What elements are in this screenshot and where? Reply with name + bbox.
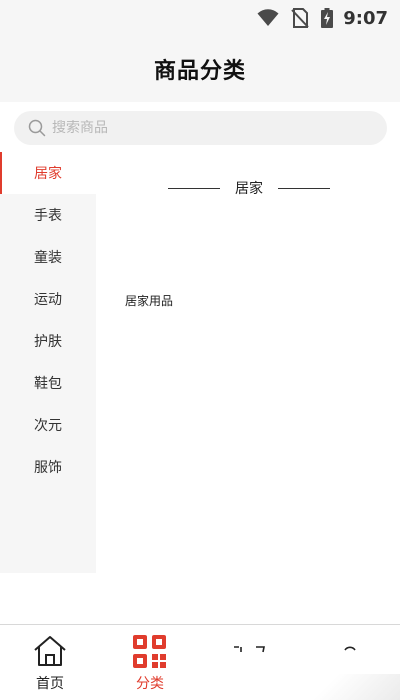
tab-home[interactable]: 首页 (0, 625, 100, 700)
category-content: 居家 居家用品 (96, 152, 400, 573)
status-time: 9:07 (343, 7, 388, 29)
battery-charging-icon (321, 8, 334, 28)
tab-cart[interactable] (200, 625, 300, 700)
cart-icon (230, 635, 270, 669)
user-icon (333, 635, 367, 669)
tab-label: 首页 (36, 676, 64, 692)
corner-shade (300, 674, 400, 700)
sidebar-item-sports[interactable]: 运动 (0, 278, 96, 320)
tab-label: 分类 (136, 676, 164, 692)
sidebar-item-label: 护肤 (34, 334, 62, 350)
search-bar (0, 102, 400, 152)
sidebar-item-label: 手表 (34, 208, 62, 224)
divider-right (278, 187, 330, 189)
sidebar-item-label: 童装 (34, 250, 62, 266)
sidebar-item-label: 服饰 (34, 460, 62, 476)
wifi-icon (257, 9, 279, 27)
home-icon (33, 635, 67, 669)
page-header: 商品分类 (0, 36, 400, 102)
no-sim-icon (291, 8, 309, 28)
page-title: 商品分类 (153, 59, 246, 84)
sidebar-item-kids-clothing[interactable]: 童装 (0, 236, 96, 278)
search-icon (28, 119, 46, 137)
sidebar-item-anime[interactable]: 次元 (0, 404, 96, 446)
search-box[interactable] (14, 111, 387, 145)
sidebar-item-label: 居家 (34, 166, 62, 182)
tab-category[interactable]: 分类 (100, 625, 200, 700)
category-sidebar: 居家 手表 童装 运动 护肤 鞋包 次元 服饰 (0, 152, 96, 573)
subcategory-item[interactable]: 居家用品 (125, 292, 173, 309)
status-bar: 9:07 (0, 0, 400, 36)
qr-grid-icon (133, 635, 167, 669)
divider-left (168, 187, 220, 189)
status-icons: 9:07 (245, 6, 388, 30)
sidebar-item-home-living[interactable]: 居家 (0, 152, 96, 194)
app-screen: 9:07 商品分类 居家 手表 童装 运动 (0, 0, 400, 700)
sidebar-item-label: 鞋包 (34, 376, 62, 392)
search-input[interactable] (52, 120, 352, 136)
sidebar-item-label: 次元 (34, 418, 62, 434)
sidebar-item-apparel[interactable]: 服饰 (0, 446, 96, 488)
section-header: 居家 (168, 178, 330, 198)
sidebar-item-shoes-bags[interactable]: 鞋包 (0, 362, 96, 404)
sidebar-item-skincare[interactable]: 护肤 (0, 320, 96, 362)
sidebar-item-label: 运动 (34, 292, 62, 308)
section-title: 居家 (235, 181, 263, 197)
sidebar-item-watches[interactable]: 手表 (0, 194, 96, 236)
